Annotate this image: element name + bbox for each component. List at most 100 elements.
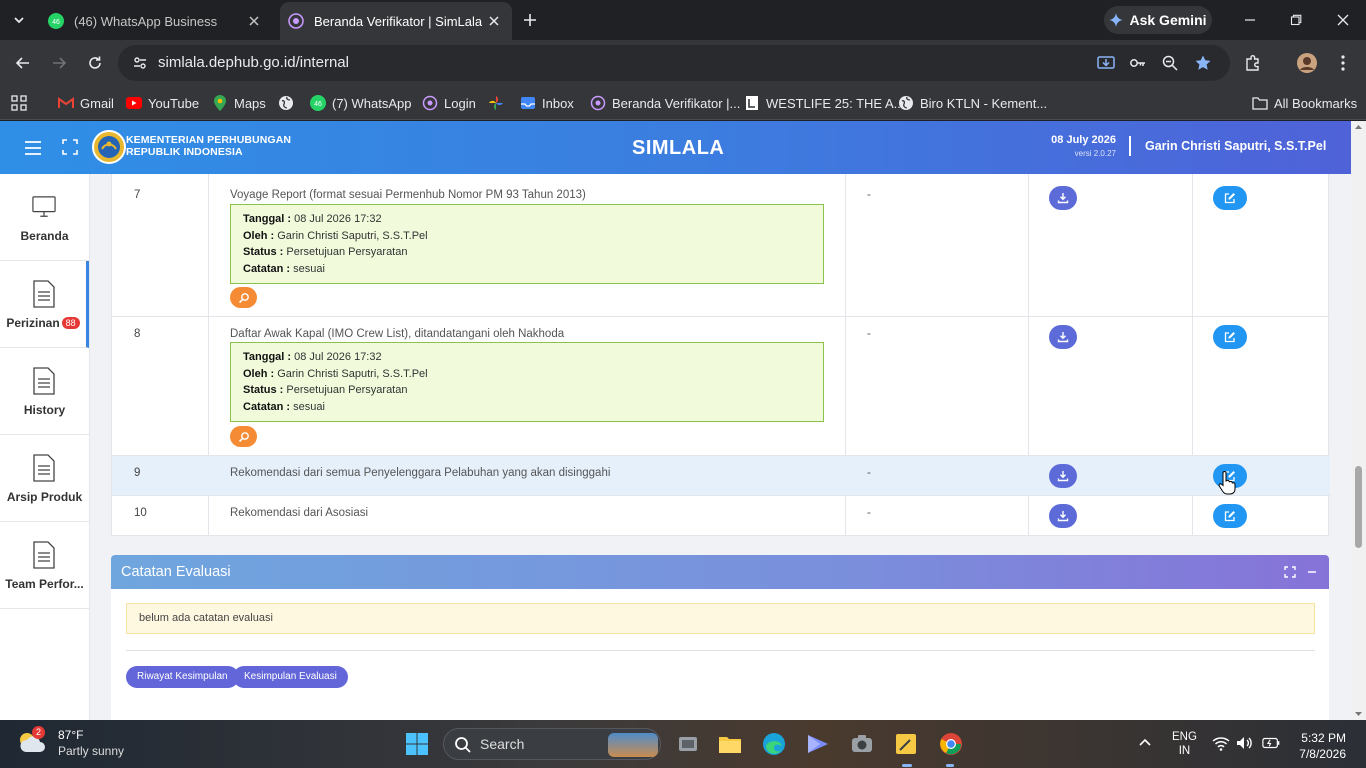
bookmark-maps[interactable]: Maps <box>212 92 266 114</box>
site-icon <box>422 95 438 111</box>
camera-icon[interactable] <box>848 730 876 758</box>
scrollbar-thumb[interactable] <box>1355 466 1362 548</box>
ask-gemini-button[interactable]: Ask Gemini <box>1104 6 1212 34</box>
verification-line: Tanggal : 08 Jul 2026 17:32 <box>243 213 382 225</box>
zoom-icon[interactable] <box>1160 53 1180 73</box>
download-button[interactable] <box>1049 504 1077 528</box>
clock-date: 7/8/2026 <box>1299 747 1346 761</box>
evaluation-title: Catatan Evaluasi <box>121 564 231 580</box>
sidebar-item-label: Beranda <box>20 229 69 243</box>
bookmark-label: Beranda Verifikator |... <box>612 95 741 111</box>
bookmark-gmail[interactable]: Gmail <box>58 92 114 114</box>
speaker-volume-icon[interactable] <box>1235 734 1253 752</box>
tab-beranda-verifikator[interactable]: Beranda Verifikator | SimLala <box>280 2 512 40</box>
reload-icon[interactable] <box>82 50 108 76</box>
edge-icon[interactable] <box>760 730 788 758</box>
extensions-puzzle-icon[interactable] <box>1240 50 1266 76</box>
show-hidden-icons-chevron-icon[interactable] <box>1136 734 1154 752</box>
wifi-icon[interactable] <box>1212 734 1230 752</box>
document-name: Rekomendasi dari Asosiasi <box>230 507 369 519</box>
tab-search-chevron-icon[interactable] <box>6 8 32 32</box>
file-explorer-icon[interactable] <box>716 730 744 758</box>
minimize-window-icon[interactable] <box>1238 8 1262 32</box>
document-name: Rekomendasi dari semua Penyelenggara Pel… <box>230 467 611 479</box>
sticky-notes-icon[interactable] <box>892 730 920 758</box>
sidebar-item-label: Team Perfor... <box>5 577 84 591</box>
kesimpulan-evaluasi-button[interactable]: Kesimpulan Evaluasi <box>233 666 348 688</box>
minimize-card-icon[interactable] <box>1305 565 1319 579</box>
profile-avatar[interactable] <box>1294 50 1320 76</box>
apps-grid-icon[interactable] <box>10 92 28 114</box>
page-scrollbar[interactable] <box>1351 121 1366 720</box>
all-bookmarks[interactable]: All Bookmarks <box>1252 92 1357 114</box>
lang-line2: IN <box>1178 745 1191 757</box>
riwayat-kesimpulan-button[interactable]: Riwayat Kesimpulan <box>126 666 239 688</box>
svg-text:46: 46 <box>52 19 60 26</box>
weather-temperature: 87°F <box>58 728 84 742</box>
main-content[interactable]: 7 Voyage Report (format sesuai Permenhub… <box>90 174 1351 720</box>
new-tab-icon[interactable] <box>518 8 542 32</box>
sidebar-item-arsip-produk[interactable]: Arsip Produk <box>0 435 89 522</box>
close-tab-icon[interactable] <box>482 9 506 33</box>
weather-description: Partly sunny <box>58 744 125 758</box>
back-arrow-icon[interactable] <box>10 50 36 76</box>
kemenhub-logo <box>92 130 126 164</box>
table-row: 10 Rekomendasi dari Asosiasi - <box>112 496 1330 536</box>
system-clock[interactable]: 5:32 PM 7/8/2026 <box>1292 730 1346 762</box>
expand-icon[interactable] <box>1283 565 1297 579</box>
bookmark-biro-ktln[interactable]: Biro KTLN - Kement... <box>898 92 1047 114</box>
chrome-icon[interactable] <box>937 730 965 758</box>
sidebar-item-team-performance[interactable]: Team Perfor... <box>0 522 89 609</box>
download-button[interactable] <box>1049 186 1077 210</box>
bookmark-star-icon[interactable] <box>1193 53 1213 73</box>
bookmark-westlife[interactable]: WESTLIFE 25: THE A... <box>744 92 904 114</box>
edit-button[interactable] <box>1213 186 1247 210</box>
tab-title: Beranda Verifikator | SimLala <box>314 13 482 29</box>
weather-badge: 2 <box>32 726 45 739</box>
windows-start-icon[interactable] <box>405 732 429 756</box>
bookmark-globe[interactable] <box>278 92 294 114</box>
taskbar-search[interactable]: Search <box>443 728 661 760</box>
sidebar-item-beranda[interactable]: Beranda <box>0 174 89 261</box>
edit-button[interactable] <box>1213 504 1247 528</box>
tab-whatsapp-business[interactable]: 46 (46) WhatsApp Business <box>40 2 272 40</box>
bookmark-beranda-verifikator[interactable]: Beranda Verifikator |... <box>590 92 740 114</box>
task-view-icon[interactable] <box>674 730 702 758</box>
bookmark-label: YouTube <box>148 95 200 111</box>
password-key-icon[interactable] <box>1128 53 1148 73</box>
view-search-button[interactable] <box>230 426 257 447</box>
file-value: - <box>867 189 871 201</box>
app-icon[interactable] <box>804 730 832 758</box>
browser-menu-icon[interactable] <box>1330 50 1356 76</box>
bookmark-inbox[interactable]: Inbox <box>520 92 574 114</box>
download-button[interactable] <box>1049 325 1077 349</box>
scroll-down-arrow-icon[interactable] <box>1351 708 1366 720</box>
address-bar[interactable]: simlala.dephub.go.id/internal <box>118 45 1230 81</box>
user-name[interactable]: Garin Christi Saputri, S.S.T.Pel <box>1145 139 1326 153</box>
close-window-icon[interactable] <box>1331 8 1355 32</box>
hamburger-menu-icon[interactable] <box>22 137 44 159</box>
input-language[interactable]: ENG IN <box>1172 730 1197 758</box>
fullscreen-icon[interactable] <box>60 137 80 157</box>
sidebar-item-history[interactable]: History <box>0 348 89 435</box>
search-placeholder: Search <box>480 736 525 752</box>
download-button[interactable] <box>1049 464 1077 488</box>
restore-window-icon[interactable] <box>1284 8 1308 32</box>
install-app-icon[interactable] <box>1096 53 1116 73</box>
bookmark-whatsapp[interactable]: 46 (7) WhatsApp <box>310 92 411 114</box>
app-title: SIMLALA <box>632 137 725 159</box>
forward-arrow-icon[interactable] <box>46 50 72 76</box>
close-tab-icon[interactable] <box>242 9 266 33</box>
clock-time: 5:32 PM <box>1301 731 1346 745</box>
bookmark-youtube[interactable]: YouTube <box>126 92 199 114</box>
bookmark-login[interactable]: Login <box>422 92 476 114</box>
hand-cursor-icon <box>1218 471 1236 495</box>
url-text[interactable]: simlala.dephub.go.id/internal <box>158 54 349 71</box>
view-search-button[interactable] <box>230 287 257 308</box>
sidebar-item-perizinan[interactable]: Perizinan 88 <box>0 261 89 348</box>
battery-icon[interactable] <box>1262 734 1280 752</box>
edit-button[interactable] <box>1213 325 1247 349</box>
scroll-up-arrow-icon[interactable] <box>1351 121 1366 133</box>
bookmark-photos[interactable] <box>488 92 504 114</box>
site-info-icon[interactable] <box>130 53 150 73</box>
